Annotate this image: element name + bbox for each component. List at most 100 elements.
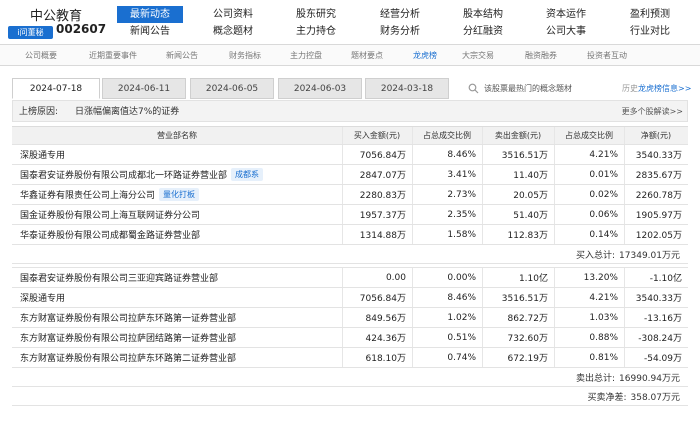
column-header-3[interactable]: 占总成交比例 <box>412 127 482 144</box>
value-buy: 1314.88万 <box>359 231 406 241</box>
more-stock-analysis-link[interactable]: 更多个股解读>> <box>622 101 683 123</box>
column-header-1[interactable]: 营业部名称 <box>12 127 342 144</box>
nav-tab-4[interactable]: 经营分析 <box>367 6 433 23</box>
subnav-item-1[interactable]: 公司概要 <box>25 45 57 67</box>
subnav-item-8[interactable]: 大宗交易 <box>462 45 494 67</box>
branch-name[interactable]: 东方财富证券股份有限公司拉萨东环路第一证券营业部 <box>20 308 342 327</box>
column-header-6[interactable]: 净额(元) <box>624 127 688 144</box>
column-header-5[interactable]: 占总成交比例 <box>554 127 624 144</box>
value-buy: 618.10万 <box>365 354 407 364</box>
sell-total: 卖出总计: 16990.94万元 <box>12 368 688 387</box>
nav-tab-1[interactable]: 最新动态 <box>117 6 183 23</box>
branch-name-text: 东方财富证券股份有限公司拉萨东环路第二证券营业部 <box>20 354 237 364</box>
date-tab-2[interactable]: 2024-06-11 <box>102 78 186 99</box>
cell-net: 2260.78万 <box>624 185 688 204</box>
date-tab-4[interactable]: 2024-06-03 <box>278 78 362 99</box>
cell-sell: 3516.51万 <box>482 145 554 164</box>
value-sell_pct: 13.20% <box>583 272 618 283</box>
value-sell_pct: 0.81% <box>589 352 618 363</box>
nav-subtab-5[interactable]: 分红融资 <box>450 23 516 40</box>
value-buy_pct: 0.51% <box>447 332 476 343</box>
sell-row-1: 国泰君安证券股份有限公司三亚迎宾路证券营业部 0.00 0.00% 1.10亿 13.2… <box>12 268 688 288</box>
branch-name[interactable]: 深股通专用 <box>20 145 342 164</box>
history-dragon-tiger-link[interactable]: 历史龙虎榜信息>> <box>622 78 691 99</box>
nav-subtab-6[interactable]: 公司大事 <box>533 23 599 40</box>
value-sell_pct: 0.88% <box>589 332 618 343</box>
subnav-item-7[interactable]: 龙虎榜 <box>413 45 437 67</box>
nav-subtab-2[interactable]: 概念题材 <box>200 23 266 40</box>
cell-buy_pct: 0.74% <box>412 348 482 367</box>
branch-name[interactable]: 国泰君安证券股份有限公司成都北一环路证券营业部 成都系 <box>20 165 342 184</box>
value-buy: 424.36万 <box>365 334 407 344</box>
buy-total: 买入总计: 17349.01万元 <box>12 245 688 264</box>
cell-sell: 1.10亿 <box>482 268 554 287</box>
net-total-amount: 358.07万元 <box>630 392 681 403</box>
branch-name[interactable]: 华鑫证券有限责任公司上海分公司 量化打板 <box>20 185 342 204</box>
nav-subtab-4[interactable]: 财务分析 <box>367 23 433 40</box>
cell-buy_pct: 1.02% <box>412 308 482 327</box>
value-net: 1202.05万 <box>635 231 682 241</box>
column-header-4[interactable]: 卖出金额(元) <box>482 127 554 144</box>
branch-tag[interactable]: 成都系 <box>231 168 264 181</box>
buy-row-3: 华鑫证券有限责任公司上海分公司 量化打板 2280.83万 2.73% 20.05万 0.… <box>12 185 688 205</box>
value-sell_pct: 0.01% <box>589 169 618 180</box>
cell-buy: 0.00 <box>342 268 412 287</box>
cell-sell_pct: 4.21% <box>554 145 624 164</box>
branch-name-text: 华鑫证券有限责任公司上海分公司 <box>20 191 156 201</box>
nav-tab-3[interactable]: 股东研究 <box>283 6 349 23</box>
nav-subtab-7[interactable]: 行业对比 <box>617 23 683 40</box>
branch-name-text: 深股通专用 <box>20 294 66 304</box>
cell-sell_pct: 0.06% <box>554 205 624 224</box>
subnav-item-2[interactable]: 近期重要事件 <box>89 45 137 67</box>
cell-buy_pct: 8.46% <box>412 288 482 307</box>
branch-name-text: 华泰证券股份有限公司成都蜀金路证券营业部 <box>20 231 201 241</box>
subnav-item-4[interactable]: 财务指标 <box>229 45 261 67</box>
cell-net: 3540.33万 <box>624 145 688 164</box>
nav-subtab-3[interactable]: 主力持仓 <box>283 23 349 40</box>
value-buy_pct: 0.00% <box>447 272 476 283</box>
branch-name[interactable]: 东方财富证券股份有限公司拉萨东环路第二证券营业部 <box>20 348 342 367</box>
net-total-value: 买卖净差: 358.07万元 <box>587 387 680 405</box>
buy-total-value: 买入总计: 17349.01万元 <box>576 245 680 263</box>
buy-row-2: 国泰君安证券股份有限公司成都北一环路证券营业部 成都系 2847.07万 3.41% 1… <box>12 165 688 185</box>
nav-tab-5[interactable]: 股本结构 <box>450 6 516 23</box>
value-buy_pct: 3.41% <box>447 169 476 180</box>
subnav-item-10[interactable]: 投资者互动 <box>587 45 627 67</box>
branch-name[interactable]: 东方财富证券股份有限公司拉萨团结路第一证券营业部 <box>20 328 342 347</box>
branch-name[interactable]: 深股通专用 <box>20 288 342 307</box>
date-tab-1[interactable]: 2024-07-18 <box>12 78 100 99</box>
date-tab-3[interactable]: 2024-06-05 <box>190 78 274 99</box>
value-net: 3540.33万 <box>635 151 682 161</box>
subnav-item-3[interactable]: 新闻公告 <box>166 45 198 67</box>
ask-secretary-badge[interactable]: i问董秘 <box>8 26 53 39</box>
branch-name-text: 深股通专用 <box>20 151 66 161</box>
cell-sell: 112.83万 <box>482 225 554 244</box>
value-buy: 7056.84万 <box>359 294 406 304</box>
subnav-item-5[interactable]: 主力控盘 <box>290 45 322 67</box>
cell-sell_pct: 0.02% <box>554 185 624 204</box>
value-buy: 849.56万 <box>365 314 407 324</box>
sell-total-label: 卖出总计: <box>576 373 616 384</box>
branch-name-text: 国金证券股份有限公司上海互联网证券分公司 <box>20 211 201 221</box>
sell-total-amount: 16990.94万元 <box>619 373 680 384</box>
cell-buy: 7056.84万 <box>342 145 412 164</box>
reason-label: 上榜原因: <box>19 107 59 117</box>
value-sell_pct: 4.21% <box>589 292 618 303</box>
column-header-2[interactable]: 买入金额(元) <box>342 127 412 144</box>
branch-name[interactable]: 国泰君安证券股份有限公司三亚迎宾路证券营业部 <box>20 268 342 287</box>
date-tab-5[interactable]: 2024-03-18 <box>365 78 449 99</box>
table-header: 营业部名称 买入金额(元) 占总成交比例 卖出金额(元) 占总成交比例 净额(元) <box>12 126 688 145</box>
concept-search[interactable]: 该股票最热门的概念题材 <box>468 78 628 99</box>
value-buy_pct: 1.02% <box>447 312 476 323</box>
branch-name[interactable]: 华泰证券股份有限公司成都蜀金路证券营业部 <box>20 225 342 244</box>
value-sell: 862.72万 <box>507 314 549 324</box>
nav-tab-6[interactable]: 资本运作 <box>533 6 599 23</box>
nav-subtab-1[interactable]: 新闻公告 <box>117 23 183 40</box>
nav-tab-7[interactable]: 盈利预测 <box>617 6 683 23</box>
nav-tab-2[interactable]: 公司资料 <box>200 6 266 23</box>
subnav-item-6[interactable]: 题材要点 <box>351 45 383 67</box>
subnav-item-9[interactable]: 融资融券 <box>525 45 557 67</box>
branch-tag[interactable]: 量化打板 <box>159 188 200 201</box>
branch-name[interactable]: 国金证券股份有限公司上海互联网证券分公司 <box>20 205 342 224</box>
cell-net: -1.10亿 <box>624 268 688 287</box>
